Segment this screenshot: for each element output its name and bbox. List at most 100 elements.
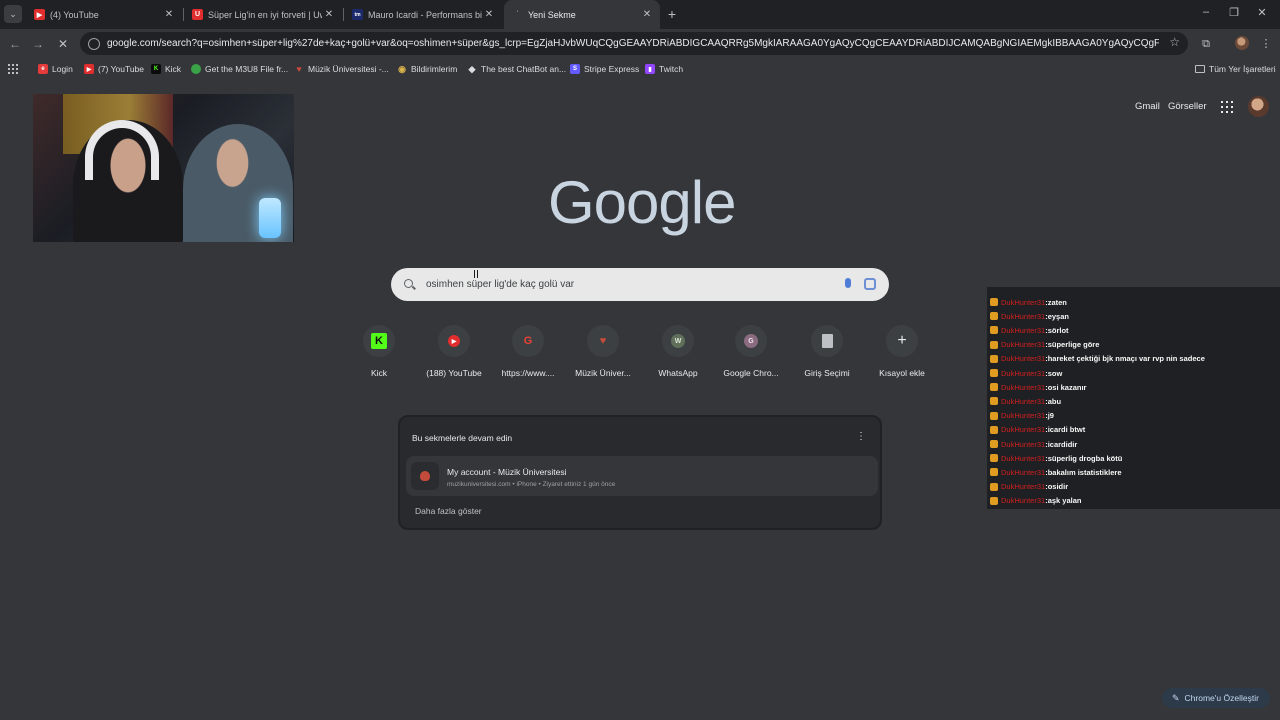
- chat-username: DukHunter31: [1001, 368, 1046, 378]
- bookmark-youtube[interactable]: ▶ (7) YouTube: [84, 64, 144, 74]
- chat-text: hareket çektiği bjk nmaçı var rvp nin sa…: [1047, 354, 1205, 364]
- all-bookmarks[interactable]: Tüm Yer İşaretleri: [1195, 64, 1276, 74]
- new-tab-button[interactable]: +: [664, 6, 680, 22]
- shortcut-label: Kısayol ekle: [879, 368, 925, 378]
- tab-new[interactable]: ˙ Yeni Sekme ✕: [504, 0, 660, 29]
- shortcut-youtube[interactable]: ▶ (188) YouTube: [419, 325, 489, 378]
- bookmark-kick[interactable]: K Kick: [151, 64, 181, 74]
- chat-text: zaten: [1047, 297, 1067, 307]
- bookmark-twitch[interactable]: ▮ Twitch: [645, 64, 683, 74]
- bookmark-label: (7) YouTube: [98, 64, 144, 74]
- toolbar: ← → ✕ google.com/search?q=osimhen+süper+…: [0, 29, 1280, 59]
- google-apps-icon[interactable]: [1221, 101, 1233, 113]
- chat-message: DukHunter31 : osidir: [990, 481, 1068, 493]
- site-info-icon[interactable]: [88, 37, 100, 50]
- subscriber-badge-icon: [990, 482, 998, 491]
- chat-username: DukHunter31: [1001, 496, 1046, 506]
- stripe-icon: S: [570, 64, 580, 74]
- chat-message: DukHunter31 : süperlig drogba kötü: [990, 452, 1122, 464]
- search-box[interactable]: [391, 268, 889, 301]
- bookmark-label: Bildirimlerim: [411, 64, 458, 74]
- subscriber-badge-icon: [990, 312, 998, 321]
- bookmark-label: Get the M3U8 File fr...: [205, 64, 289, 74]
- extensions-icon[interactable]: ⧉: [1199, 37, 1213, 51]
- tab-search-icon[interactable]: ⌄: [4, 5, 22, 23]
- bookmark-login[interactable]: e Login: [38, 64, 73, 74]
- tab-icardi[interactable]: tm Mauro Icardi - Performans bilgi ✕: [344, 0, 502, 29]
- close-window-icon[interactable]: ✕: [1252, 6, 1272, 19]
- chat-message: DukHunter31 : bakalım istatistiklere: [990, 466, 1122, 478]
- chat-message: DukHunter31 : hareket çektiği bjk nmaçı …: [990, 353, 1205, 365]
- account-avatar[interactable]: [1248, 96, 1269, 117]
- shortcut-muzik[interactable]: ♥ Müzik Üniver...: [568, 325, 638, 378]
- bookmark-m3u8[interactable]: Get the M3U8 File fr...: [191, 64, 288, 74]
- shortcut-google[interactable]: G https://www....: [493, 325, 563, 378]
- bookmark-muzik[interactable]: ♥ Müzik Üniversitesi -...: [294, 64, 388, 74]
- shortcut-add[interactable]: + Kısayol ekle: [867, 325, 937, 378]
- forward-icon[interactable]: →: [30, 36, 46, 52]
- tab-youtube[interactable]: ▶ (4) YouTube ✕: [26, 0, 182, 29]
- tab-superlig[interactable]: U Süper Lig'in en iyi forveti | UwU ✕: [184, 0, 342, 29]
- chat-text: sow: [1047, 368, 1063, 378]
- close-tab-icon[interactable]: ✕: [640, 9, 654, 20]
- mic-icon[interactable]: [845, 278, 851, 288]
- chat-message: DukHunter31 : eyşan: [990, 310, 1069, 322]
- profile-avatar[interactable]: [1235, 36, 1249, 50]
- stream-chat-overlay: DukHunter31 : zaten DukHunter31 : eyşan Du…: [987, 287, 1280, 509]
- card-title: Bu sekmelerle devam edin: [412, 433, 513, 443]
- continue-tab-item[interactable]: My account - Müzik Üniversitesi muzikuni…: [406, 456, 878, 496]
- shortcut-kick[interactable]: K Kick: [344, 325, 414, 378]
- subscriber-badge-icon: [990, 397, 998, 406]
- bookmark-stripe[interactable]: S Stripe Express: [570, 64, 639, 74]
- subscriber-badge-icon: [990, 440, 998, 448]
- gmail-link[interactable]: Gmail: [1135, 101, 1160, 112]
- minimize-icon[interactable]: –: [1196, 6, 1216, 18]
- chat-message: DukHunter31 : icardidir: [990, 438, 1077, 450]
- shortcut-chrome[interactable]: G Google Chro...: [716, 325, 786, 378]
- apps-icon[interactable]: [8, 64, 18, 74]
- chat-text: osi kazanır: [1047, 382, 1087, 392]
- search-input[interactable]: [426, 279, 816, 290]
- bookmark-star-icon[interactable]: ☆: [1169, 35, 1180, 49]
- muzik-icon: [411, 462, 439, 490]
- chat-username: DukHunter31: [1001, 325, 1046, 335]
- bookmark-label: Kick: [165, 64, 182, 74]
- chat-text: süperlig drogba kötü: [1047, 453, 1123, 463]
- globe-icon: [191, 64, 201, 74]
- bookmark-bildirimlerim[interactable]: ◉ Bildirimlerim: [397, 64, 458, 75]
- shortcut-giris[interactable]: Giriş Seçimi: [792, 325, 862, 378]
- customize-label: Chrome'u Özelleştir: [1184, 693, 1259, 703]
- bookmark-label: Tüm Yer İşaretleri: [1209, 64, 1276, 74]
- chat-message: DukHunter31 : sörlot: [990, 324, 1069, 336]
- item-subtitle: muzikuniversitesi.com • iPhone • Ziyaret…: [447, 481, 616, 488]
- item-title: My account - Müzik Üniversitesi: [447, 467, 567, 477]
- chat-text: bakalım istatistiklere: [1047, 467, 1122, 477]
- maximize-icon[interactable]: ❐: [1224, 6, 1244, 19]
- chat-message: DukHunter31 : zaten: [990, 296, 1067, 308]
- menu-icon[interactable]: ⋮: [1259, 37, 1273, 51]
- close-tab-icon[interactable]: ✕: [162, 9, 176, 20]
- chat-text: aşk yalan: [1047, 496, 1082, 506]
- close-tab-icon[interactable]: ✕: [482, 9, 496, 20]
- lens-icon[interactable]: [864, 278, 876, 290]
- back-icon[interactable]: ←: [7, 36, 23, 52]
- chat-username: DukHunter31: [1001, 311, 1046, 321]
- chat-text: eyşan: [1047, 311, 1069, 321]
- webcam-overlay: [33, 94, 294, 242]
- images-link[interactable]: Görseller: [1168, 101, 1207, 112]
- show-more-link[interactable]: Daha fazla göster: [415, 506, 482, 516]
- shortcut-whatsapp[interactable]: W WhatsApp: [643, 325, 713, 378]
- chat-username: DukHunter31: [1001, 439, 1046, 449]
- bookmark-chatbot[interactable]: ◆ The best ChatBot an...: [467, 64, 567, 75]
- more-options-icon[interactable]: ⋮: [856, 431, 866, 442]
- url-text[interactable]: google.com/search?q=osimhen+süper+lig%27…: [107, 38, 1159, 49]
- address-bar[interactable]: google.com/search?q=osimhen+süper+lig%27…: [80, 32, 1188, 55]
- customize-chrome-button[interactable]: ✎ Chrome'u Özelleştir: [1162, 688, 1270, 708]
- chat-message: DukHunter31 : osi kazanır: [990, 381, 1086, 393]
- twitch-icon: ▮: [645, 64, 655, 74]
- kick-icon: K: [151, 64, 161, 74]
- chat-username: DukHunter31: [1001, 354, 1046, 364]
- shortcut-label: https://www....: [501, 368, 555, 378]
- close-tab-icon[interactable]: ✕: [322, 9, 336, 20]
- stop-icon[interactable]: ✕: [55, 36, 71, 52]
